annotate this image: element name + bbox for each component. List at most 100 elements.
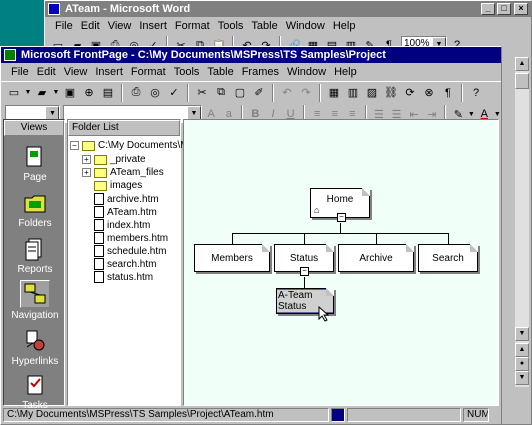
scroll-thumb[interactable] bbox=[515, 73, 529, 89]
prev-page-button[interactable]: ▲ bbox=[515, 343, 529, 357]
next-page-button[interactable]: ▼ bbox=[515, 371, 529, 385]
nav-node-status[interactable]: Status − bbox=[274, 244, 334, 276]
word-menu-tools[interactable]: Tools bbox=[214, 20, 248, 32]
insert-component-icon[interactable]: ▦ bbox=[325, 84, 343, 102]
fp-menu-help[interactable]: Help bbox=[330, 66, 361, 78]
tree-folder-label: ATeam_files bbox=[110, 167, 164, 178]
tree-file[interactable]: ATeam.htm bbox=[94, 206, 157, 218]
word-menu-edit[interactable]: Edit bbox=[77, 20, 104, 32]
insert-picture-icon[interactable]: ▨ bbox=[363, 84, 381, 102]
format-painter-icon[interactable]: ✐ bbox=[250, 84, 268, 102]
toolbar-separator bbox=[187, 83, 189, 102]
tree-file[interactable]: search.htm bbox=[94, 258, 156, 270]
word-maximize-button[interactable]: □ bbox=[497, 3, 511, 15]
undo-icon[interactable]: ↶ bbox=[278, 84, 296, 102]
nav-node-home[interactable]: Home ⌂ − bbox=[310, 188, 370, 222]
folder-list-icon[interactable]: ▤ bbox=[99, 84, 117, 102]
tree-file[interactable]: status.htm bbox=[94, 271, 153, 283]
word-menu-insert[interactable]: Insert bbox=[135, 20, 171, 32]
frontpage-app-icon bbox=[4, 49, 16, 61]
view-reports[interactable]: Reports bbox=[4, 236, 66, 275]
tree-file-label: ATeam.htm bbox=[107, 206, 157, 218]
collapse-icon[interactable]: − bbox=[70, 141, 79, 150]
copy-icon[interactable]: ⧉ bbox=[212, 84, 230, 102]
folder-list-panel: Folder List − C:\My Documents\MSP + _pri… bbox=[67, 119, 202, 406]
fp-titlebar[interactable]: Microsoft FrontPage - C:\My Documents\MS… bbox=[1, 47, 501, 63]
fp-menu-window[interactable]: Window bbox=[283, 66, 330, 78]
cut-icon[interactable]: ✂ bbox=[193, 84, 211, 102]
save-icon[interactable]: ▣ bbox=[61, 84, 79, 102]
collapse-node-icon[interactable]: − bbox=[300, 267, 309, 276]
insert-table-icon[interactable]: ▥ bbox=[344, 84, 362, 102]
word-menu-table[interactable]: Table bbox=[247, 20, 281, 32]
word-scrollbar[interactable]: ▲ ▼ ▲ ● ▼ bbox=[515, 57, 529, 387]
open-icon[interactable]: ▰ bbox=[33, 84, 51, 102]
print-icon[interactable]: ⎙ bbox=[127, 84, 145, 102]
collapse-node-icon[interactable]: − bbox=[337, 213, 346, 222]
html-file-icon bbox=[94, 271, 104, 283]
show-all-icon[interactable]: ¶ bbox=[439, 84, 457, 102]
scroll-up-button[interactable]: ▲ bbox=[515, 57, 529, 71]
redo-icon[interactable]: ↷ bbox=[297, 84, 315, 102]
connector-line bbox=[232, 233, 448, 234]
tree-folder-images[interactable]: images bbox=[94, 180, 142, 191]
word-menu-help[interactable]: Help bbox=[329, 20, 360, 32]
tree-file[interactable]: schedule.htm bbox=[94, 245, 166, 257]
new-page-icon[interactable]: ▭ bbox=[5, 84, 23, 102]
fp-menu-frames[interactable]: Frames bbox=[238, 66, 283, 78]
word-menu-view[interactable]: View bbox=[104, 20, 136, 32]
preview-icon[interactable]: ◎ bbox=[146, 84, 164, 102]
word-titlebar[interactable]: ATeam - Microsoft Word _ □ × bbox=[45, 1, 531, 17]
views-bar: Views Page Folders Reports Navigation Hy… bbox=[3, 119, 66, 411]
view-folders[interactable]: Folders bbox=[4, 190, 66, 229]
word-menu-file[interactable]: File bbox=[51, 20, 77, 32]
view-reports-label: Reports bbox=[17, 264, 53, 275]
tree-folder-private[interactable]: + _private bbox=[82, 154, 146, 165]
tree-file[interactable]: members.htm bbox=[94, 232, 168, 244]
tree-folder-ateam-files[interactable]: + ATeam_files bbox=[82, 167, 164, 178]
fp-menu-view[interactable]: View bbox=[60, 66, 92, 78]
tree-file[interactable]: archive.htm bbox=[94, 193, 159, 205]
fp-menu-table[interactable]: Table bbox=[203, 66, 237, 78]
hyperlinks-view-icon bbox=[21, 328, 49, 354]
word-minimize-button[interactable]: _ bbox=[481, 3, 495, 15]
folders-view-icon bbox=[21, 190, 49, 216]
tree-file[interactable]: index.htm bbox=[94, 219, 150, 231]
expand-icon[interactable]: + bbox=[82, 155, 91, 164]
toolbar-separator bbox=[121, 83, 123, 102]
chevron-down-icon[interactable]: ▼ bbox=[24, 84, 32, 102]
hyperlink-icon[interactable]: ⛓ bbox=[382, 84, 400, 102]
frontpage-window: Microsoft FrontPage - C:\My Documents\MS… bbox=[0, 46, 502, 425]
chevron-down-icon[interactable]: ▼ bbox=[52, 84, 60, 102]
scroll-down-button[interactable]: ▼ bbox=[515, 327, 529, 341]
stop-icon[interactable]: ⊗ bbox=[420, 84, 438, 102]
fp-menu-file[interactable]: File bbox=[7, 66, 33, 78]
fp-menu-format[interactable]: Format bbox=[127, 66, 170, 78]
navigation-pane[interactable]: Home ⌂ − Members Status − Archive Search… bbox=[183, 119, 499, 406]
select-browse-object-button[interactable]: ● bbox=[515, 357, 529, 371]
spell-icon[interactable]: ✓ bbox=[165, 84, 183, 102]
fp-menu-edit[interactable]: Edit bbox=[33, 66, 60, 78]
nav-node-home-label: Home bbox=[326, 193, 354, 205]
word-close-button[interactable]: × bbox=[514, 3, 528, 15]
nav-node-archive[interactable]: Archive bbox=[338, 244, 414, 272]
word-menu-window[interactable]: Window bbox=[282, 20, 329, 32]
view-navigation[interactable]: Navigation bbox=[4, 280, 66, 321]
nav-node-search[interactable]: Search bbox=[418, 244, 478, 272]
reports-view-icon bbox=[21, 236, 49, 262]
expand-icon[interactable]: + bbox=[82, 168, 91, 177]
refresh-icon[interactable]: ⟳ bbox=[401, 84, 419, 102]
view-page[interactable]: Page bbox=[4, 144, 66, 183]
home-icon: ⌂ bbox=[314, 205, 320, 215]
fp-menu-tools[interactable]: Tools bbox=[170, 66, 204, 78]
view-hyperlinks[interactable]: Hyperlinks bbox=[4, 328, 66, 367]
views-header: Views bbox=[4, 120, 64, 136]
word-menu-format[interactable]: Format bbox=[171, 20, 214, 32]
fp-menu-insert[interactable]: Insert bbox=[91, 66, 127, 78]
word-menubar: File Edit View Insert Format Tools Table… bbox=[45, 17, 531, 35]
html-file-icon bbox=[94, 193, 104, 205]
nav-node-members[interactable]: Members bbox=[194, 244, 270, 272]
help-icon[interactable]: ? bbox=[467, 84, 485, 102]
publish-icon[interactable]: ⊕ bbox=[80, 84, 98, 102]
paste-icon[interactable]: ▢ bbox=[231, 84, 249, 102]
